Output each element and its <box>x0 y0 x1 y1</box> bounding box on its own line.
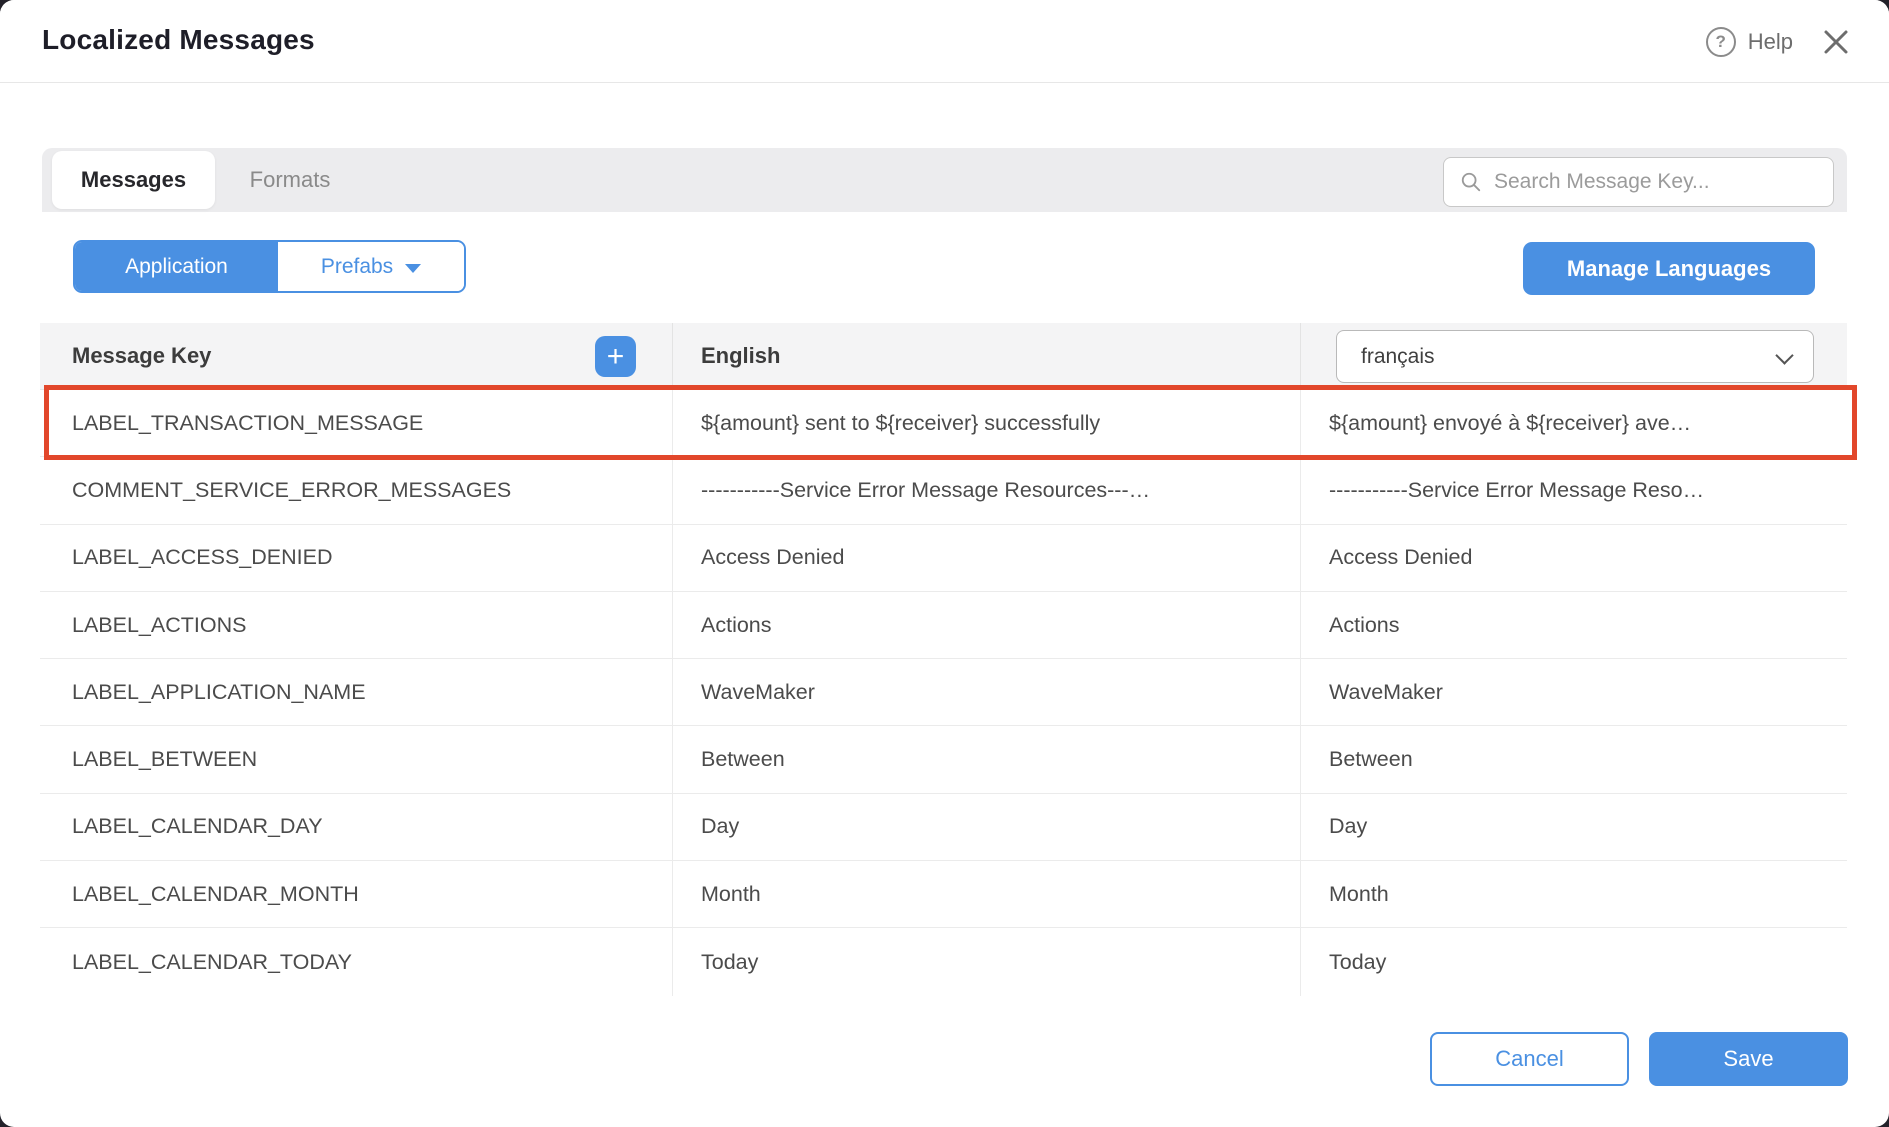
header-actions: ? Help <box>1706 0 1851 83</box>
table-body: LABEL_TRANSACTION_MESSAGE ${amount} sent… <box>40 390 1847 996</box>
french-cell[interactable]: Access Denied <box>1300 525 1847 591</box>
caret-down-icon <box>405 264 421 273</box>
tab-strip: Messages Formats <box>42 148 1847 212</box>
english-cell[interactable]: ${amount} sent to ${receiver} successful… <box>672 390 1300 456</box>
message-key-cell: LABEL_APPLICATION_NAME <box>40 659 672 725</box>
english-cell[interactable]: Between <box>672 726 1300 792</box>
message-key-cell: LABEL_ACTIONS <box>40 592 672 658</box>
help-icon: ? <box>1706 27 1736 57</box>
message-key-cell: LABEL_TRANSACTION_MESSAGE <box>40 390 672 456</box>
table-row[interactable]: LABEL_CALENDAR_TODAY Today Today <box>40 928 1847 995</box>
search-icon <box>1460 171 1482 193</box>
table-header: Message Key + English français <box>40 323 1847 390</box>
dialog-header: Localized Messages ? Help <box>0 0 1889 83</box>
close-button[interactable] <box>1821 27 1851 57</box>
table-row[interactable]: LABEL_APPLICATION_NAME WaveMaker WaveMak… <box>40 659 1847 726</box>
search-input[interactable] <box>1494 170 1817 194</box>
english-cell[interactable]: Month <box>672 861 1300 927</box>
dialog-title: Localized Messages <box>42 24 315 56</box>
table-row[interactable]: LABEL_CALENDAR_DAY Day Day <box>40 794 1847 861</box>
plus-icon: + <box>607 342 625 372</box>
prefabs-label: Prefabs <box>321 255 393 279</box>
add-message-key-button[interactable]: + <box>595 336 636 377</box>
message-key-cell: LABEL_BETWEEN <box>40 726 672 792</box>
column-header-language: français <box>1300 323 1847 389</box>
message-key-cell: LABEL_CALENDAR_MONTH <box>40 861 672 927</box>
english-cell[interactable]: Access Denied <box>672 525 1300 591</box>
column-header-message-key: Message Key + <box>40 323 672 389</box>
manage-languages-button[interactable]: Manage Languages <box>1523 242 1815 295</box>
table-row[interactable]: LABEL_BETWEEN Between Between <box>40 726 1847 793</box>
message-key-cell: LABEL_ACCESS_DENIED <box>40 525 672 591</box>
language-select[interactable]: français <box>1336 330 1814 383</box>
french-cell[interactable]: Actions <box>1300 592 1847 658</box>
english-cell[interactable]: -----------Service Error Message Resourc… <box>672 457 1300 523</box>
prefabs-button[interactable]: Prefabs <box>278 242 464 291</box>
help-label: Help <box>1748 29 1793 55</box>
message-key-cell: LABEL_CALENDAR_DAY <box>40 794 672 860</box>
close-icon <box>1823 29 1849 55</box>
french-cell[interactable]: Today <box>1300 928 1847 995</box>
message-key-cell: LABEL_CALENDAR_TODAY <box>40 928 672 995</box>
chevron-down-icon <box>1775 346 1793 364</box>
tab-messages[interactable]: Messages <box>52 151 215 209</box>
english-header-label: English <box>701 343 780 369</box>
help-button[interactable]: ? Help <box>1706 27 1793 57</box>
message-key-header-label: Message Key <box>72 343 211 369</box>
language-select-value: français <box>1361 345 1435 369</box>
scope-segmented-control: Application Prefabs <box>73 240 466 293</box>
french-cell[interactable]: Between <box>1300 726 1847 792</box>
messages-table: Message Key + English français LABEL_TRA… <box>40 323 1847 996</box>
table-row[interactable]: LABEL_TRANSACTION_MESSAGE ${amount} sent… <box>40 390 1847 457</box>
application-button[interactable]: Application <box>75 242 278 291</box>
table-row[interactable]: LABEL_CALENDAR_MONTH Month Month <box>40 861 1847 928</box>
table-row[interactable]: COMMENT_SERVICE_ERROR_MESSAGES ---------… <box>40 457 1847 524</box>
english-cell[interactable]: Actions <box>672 592 1300 658</box>
table-row[interactable]: LABEL_ACTIONS Actions Actions <box>40 592 1847 659</box>
french-cell[interactable]: Day <box>1300 794 1847 860</box>
localized-messages-dialog: Localized Messages ? Help Messages Forma… <box>0 0 1889 1127</box>
french-cell[interactable]: WaveMaker <box>1300 659 1847 725</box>
cancel-button[interactable]: Cancel <box>1430 1032 1629 1086</box>
french-cell[interactable]: ${amount} envoyé à ${receiver} ave… <box>1300 390 1847 456</box>
tab-formats[interactable]: Formats <box>215 151 365 209</box>
english-cell[interactable]: WaveMaker <box>672 659 1300 725</box>
english-cell[interactable]: Day <box>672 794 1300 860</box>
search-box <box>1443 157 1834 207</box>
message-key-cell: COMMENT_SERVICE_ERROR_MESSAGES <box>40 457 672 523</box>
table-row[interactable]: LABEL_ACCESS_DENIED Access Denied Access… <box>40 525 1847 592</box>
english-cell[interactable]: Today <box>672 928 1300 995</box>
french-cell[interactable]: -----------Service Error Message Reso… <box>1300 457 1847 523</box>
column-header-english: English <box>672 323 1300 389</box>
french-cell[interactable]: Month <box>1300 861 1847 927</box>
save-button[interactable]: Save <box>1649 1032 1848 1086</box>
